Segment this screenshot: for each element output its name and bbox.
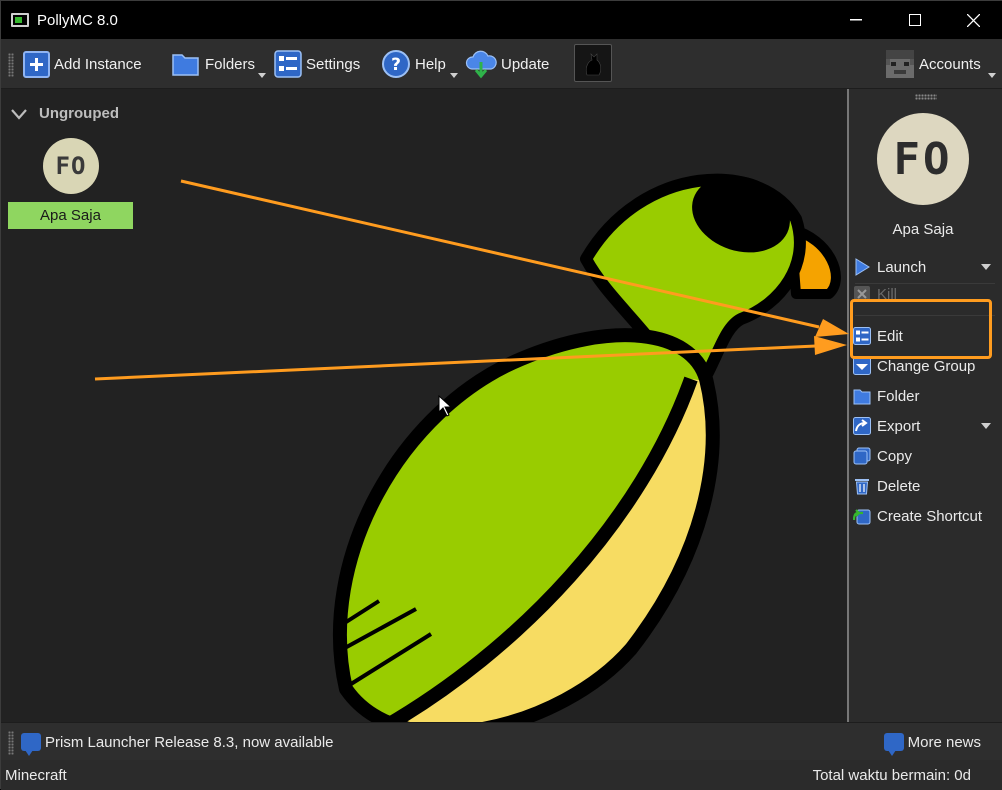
news-bar-grip[interactable] (8, 731, 14, 755)
instance-side-panel: FO Apa Saja Launch Kill Edit Change Grou… (849, 89, 1002, 722)
polly-parrot-background (332, 173, 841, 722)
export-dropdown-icon[interactable] (981, 423, 991, 429)
help-icon: ? (382, 50, 410, 78)
news-bar: Prism Launcher Release 8.3, now availabl… (1, 722, 1002, 760)
close-button[interactable] (944, 1, 1002, 39)
folders-button[interactable]: Folders (171, 48, 255, 80)
app-logo-icon (11, 13, 29, 27)
accounts-button[interactable]: Accounts (885, 48, 981, 80)
toolbar-grip[interactable] (8, 53, 14, 77)
copy-label: Copy (877, 447, 913, 465)
create-shortcut-button[interactable]: Create Shortcut (853, 502, 999, 530)
create-shortcut-label: Create Shortcut (877, 507, 983, 525)
update-button[interactable]: Update (465, 48, 549, 80)
update-label: Update (501, 55, 550, 73)
settings-button[interactable]: Settings (274, 48, 360, 80)
selected-instance-icon[interactable]: FO (877, 113, 969, 205)
minimize-icon (849, 19, 862, 21)
chevron-down-icon (11, 108, 27, 120)
settings-label: Settings (306, 55, 361, 73)
folders-label: Folders (205, 55, 256, 73)
change-group-icon (853, 357, 871, 375)
change-group-label: Change Group (877, 357, 976, 375)
accounts-dropdown-icon[interactable] (988, 73, 996, 78)
trash-icon (855, 479, 869, 495)
selected-instance-name: Apa Saja (892, 221, 954, 238)
maximize-icon (908, 14, 921, 26)
play-icon (855, 258, 870, 276)
launch-dropdown-icon[interactable] (981, 264, 991, 270)
news-bubble-icon (21, 733, 41, 756)
add-instance-label: Add Instance (54, 55, 142, 73)
cat-icon (585, 53, 602, 76)
group-name: Ungrouped (39, 105, 119, 122)
export-label: Export (877, 417, 921, 435)
help-label: Help (415, 55, 446, 73)
folder-icon (172, 54, 199, 76)
copy-icon (853, 447, 871, 465)
status-bar: Minecraft Total waktu bermain: 0d (1, 760, 1002, 790)
delete-button[interactable]: Delete (853, 472, 999, 500)
edit-highlight-box (850, 299, 992, 359)
launch-label: Launch (877, 258, 927, 276)
total-playtime: Total waktu bermain: 0d (812, 767, 971, 784)
folder-label: Folder (877, 387, 920, 405)
folder-icon (853, 389, 871, 405)
folders-dropdown-icon[interactable] (258, 73, 266, 78)
more-news-button[interactable]: More news (883, 733, 981, 756)
accounts-label: Accounts (919, 55, 981, 73)
close-icon (967, 13, 980, 27)
more-news-label: More news (907, 733, 981, 751)
news-message: Prism Launcher Release 8.3, now availabl… (45, 733, 334, 751)
news-bubble-icon (883, 733, 904, 756)
help-button[interactable]: ? Help (381, 48, 446, 80)
instance-view[interactable]: Ungrouped FO Apa Saja (1, 89, 847, 722)
settings-icon (274, 50, 302, 78)
copy-button[interactable]: Copy (853, 442, 999, 470)
add-instance-icon (23, 50, 50, 78)
maximize-button[interactable] (885, 1, 944, 39)
instance-icon[interactable]: FO (43, 138, 99, 194)
svg-text:?: ? (391, 55, 401, 75)
export-icon (853, 417, 871, 435)
delete-label: Delete (877, 477, 921, 495)
shortcut-icon (853, 509, 871, 525)
help-dropdown-icon[interactable] (450, 73, 458, 78)
main-toolbar: Add Instance Folders Settings ? Help Upd… (1, 39, 1002, 89)
group-header[interactable]: Ungrouped (11, 105, 119, 122)
minimize-button[interactable] (826, 1, 885, 39)
folder-button[interactable]: Folder (853, 382, 999, 410)
cloud-update-icon (465, 50, 497, 79)
export-button[interactable]: Export (853, 412, 999, 440)
launch-button[interactable]: Launch (853, 253, 999, 281)
cat-toggle-button[interactable] (574, 44, 612, 82)
account-avatar-icon (886, 50, 914, 78)
add-instance-button[interactable]: Add Instance (23, 48, 142, 80)
window-title: PollyMC 8.0 (37, 11, 118, 29)
instance-name[interactable]: Apa Saja (8, 202, 133, 229)
side-panel-grip[interactable] (915, 94, 937, 100)
title-bar: PollyMC 8.0 (1, 1, 1002, 39)
main-window: PollyMC 8.0 Add Instance Folders Setting… (0, 0, 1002, 790)
status-left: Minecraft (5, 767, 67, 784)
news-message-button[interactable]: Prism Launcher Release 8.3, now availabl… (21, 733, 334, 756)
